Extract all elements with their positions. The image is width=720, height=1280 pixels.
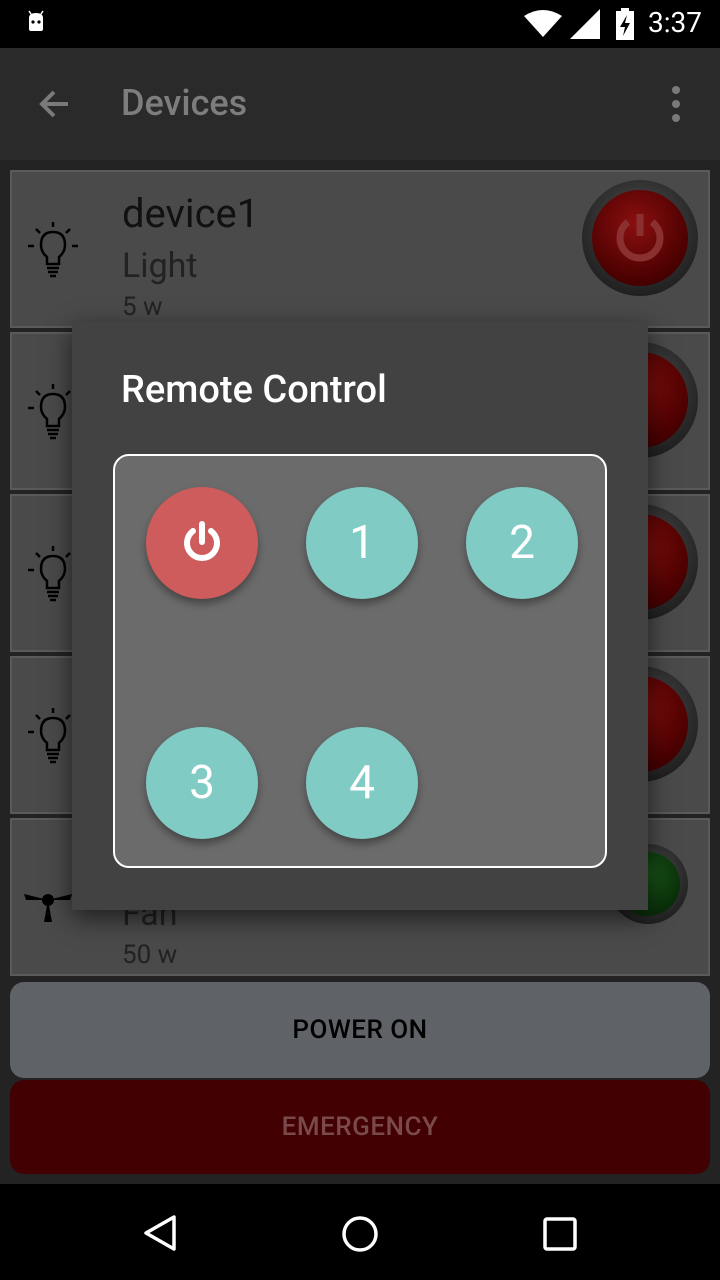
device-card[interactable]: device1 Light 5 w — [10, 170, 710, 328]
power-on-button[interactable]: POWER ON — [10, 982, 710, 1078]
overflow-menu-icon[interactable] — [668, 84, 684, 128]
dialog-title: Remote Control — [121, 368, 387, 412]
lightbulb-icon — [26, 220, 80, 284]
device-power-toggle[interactable] — [582, 180, 698, 296]
emergency-button[interactable]: EMERGENCY — [10, 1080, 710, 1174]
fan-icon — [20, 876, 76, 930]
battery-charging-icon — [614, 8, 636, 44]
signal-icon — [570, 9, 600, 43]
remote-power-button[interactable] — [146, 487, 258, 599]
device-name: device1 — [122, 190, 260, 237]
power-icon — [184, 521, 220, 561]
android-icon — [24, 10, 48, 38]
device-type: Light — [122, 246, 198, 286]
page-title: Devices — [121, 82, 248, 124]
nav-home-icon[interactable] — [340, 1214, 380, 1258]
status-bar: 3:37 — [0, 0, 720, 48]
nav-back-icon[interactable] — [142, 1214, 178, 1256]
remote-control-dialog: Remote Control 1 2 3 4 — [72, 322, 648, 910]
nav-recents-icon[interactable] — [542, 1216, 578, 1256]
device-power: 50 w — [122, 940, 178, 970]
device-power: 5 w — [122, 292, 163, 322]
status-clock: 3:37 — [648, 6, 702, 39]
wifi-icon — [524, 10, 562, 42]
power-icon — [616, 214, 664, 262]
navigation-bar — [0, 1184, 720, 1280]
remote-button-1[interactable]: 1 — [306, 487, 418, 599]
remote-panel: 1 2 3 4 — [113, 454, 607, 868]
remote-button-4[interactable]: 4 — [306, 727, 418, 839]
arrow-left-icon[interactable] — [34, 84, 74, 128]
action-bar: Devices — [0, 48, 720, 160]
remote-button-2[interactable]: 2 — [466, 487, 578, 599]
remote-button-3[interactable]: 3 — [146, 727, 258, 839]
